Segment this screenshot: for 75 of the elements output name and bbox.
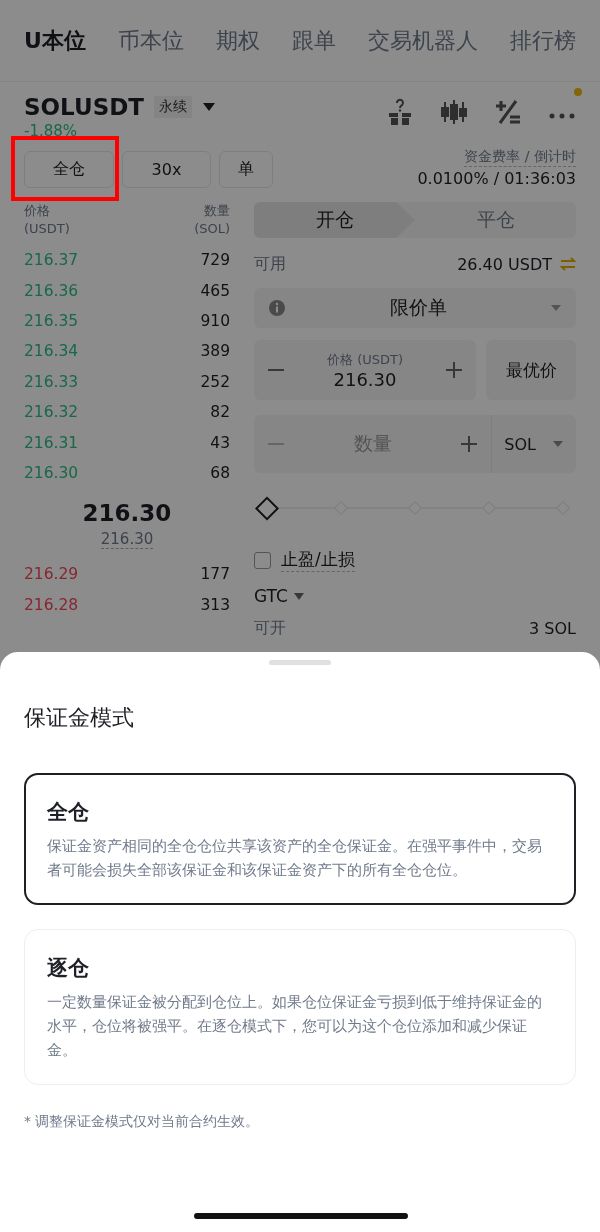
option-description: 保证金资产相同的全仓仓位共享该资产的全仓保证金。在强平事件中，交易者可能会损失全部该保证金和该保证金资产下的所有全仓仓位。 — [47, 836, 543, 881]
margin-button[interactable]: 单 — [219, 151, 273, 188]
best-price-button[interactable]: 最优价 — [486, 340, 576, 400]
ask-price: 216.32 — [24, 403, 79, 422]
order-side-tab[interactable]: 开仓 — [254, 202, 415, 238]
funding-value: 0.0100% / 01:36:03 — [417, 169, 576, 188]
option-title: 逐仓 — [47, 955, 90, 982]
column-unit: (SOL) — [194, 220, 230, 238]
market-tab[interactable]: 币本位 — [117, 24, 184, 58]
market-tab[interactable]: U本位 — [24, 24, 86, 58]
column-unit: (USDT) — [24, 220, 70, 238]
ask-price: 216.31 — [24, 433, 79, 452]
bid-price: 216.28 — [24, 595, 79, 614]
option-description: 一定数量保证金被分配到仓位上。如果仓位保证金亏损到低于维持保证金的水平，仓位将被强平。在逐仓模式下，您可以为这个仓位添加和减少保证金。 — [47, 992, 543, 1061]
market-tab[interactable]: 期权 — [215, 24, 260, 58]
sheet-title: 保证金模式 — [24, 704, 135, 732]
order-quantity: 313 — [200, 595, 230, 614]
checkbox[interactable] — [254, 551, 271, 569]
gift-icon[interactable] — [386, 98, 414, 126]
margin-mode-option[interactable]: 全仓 保证金资产相同的全仓仓位共享该资产的全仓保证金。在强平事件中，交易者可能会损失全部该保证金和该保证金资产下的所有全仓仓位。 — [24, 773, 576, 905]
ask-price: 216.33 — [24, 372, 79, 391]
field-label: 价格 (USDT) — [326, 350, 404, 369]
margin-button[interactable]: 30x — [122, 151, 211, 188]
order-quantity: 910 — [200, 311, 230, 330]
tpsl-label[interactable]: 止盈/止损 — [281, 548, 355, 572]
price-field[interactable]: 价格 (USDT) 216.30 — [254, 340, 476, 400]
ask-price: 216.35 — [24, 311, 79, 330]
mark-price[interactable]: 216.30 — [100, 530, 154, 550]
last-price: 216.30 — [82, 500, 172, 527]
order-type-select[interactable]: 限价单 — [254, 288, 576, 328]
order-quantity: 177 — [200, 565, 230, 584]
bid-price: 216.29 — [24, 565, 79, 584]
order-quantity: 389 — [200, 342, 230, 361]
footnote: * 调整保证金模式仅对当前合约生效。 — [24, 1113, 261, 1131]
time-in-force-select[interactable]: GTC — [254, 586, 576, 606]
order-quantity: 43 — [210, 433, 230, 452]
caret-icon[interactable] — [552, 440, 564, 448]
price-change: -1.88% — [24, 122, 79, 140]
ask-price: 216.37 — [24, 251, 79, 270]
ask-price: 216.36 — [24, 281, 79, 300]
market-tab[interactable]: 交易机器人 — [367, 24, 478, 58]
caret-icon[interactable] — [293, 592, 304, 600]
order-side-tab[interactable]: 平仓 — [415, 202, 576, 238]
max-open-label: 可开 — [254, 617, 286, 639]
available-balance: 26.40 USDT — [457, 254, 552, 274]
order-quantity: 252 — [200, 372, 230, 391]
column-header: 价格 — [24, 202, 51, 220]
option-title: 全仓 — [47, 799, 90, 826]
drag-handle[interactable] — [269, 660, 331, 665]
max-open-value: 3 SOL — [529, 618, 576, 638]
info-icon[interactable] — [268, 299, 286, 317]
market-tab[interactable]: 排行榜 — [509, 24, 576, 58]
margin-button[interactable]: 全仓 — [24, 151, 114, 188]
plus-icon[interactable] — [444, 360, 464, 380]
order-quantity: 82 — [210, 403, 230, 422]
calculator-icon[interactable] — [494, 98, 522, 126]
funding-label: 资金费率 / 倒计时 — [464, 148, 576, 167]
margin-mode-option[interactable]: 逐仓 一定数量保证金被分配到仓位上。如果仓位保证金亏损到低于维持保证金的水平，仓位将被强平。在逐仓模式下，您可以为这个仓位添加和减少保证金。 — [24, 929, 576, 1085]
available-label: 可用 — [254, 253, 286, 275]
plus-icon[interactable] — [459, 434, 480, 454]
notification-dot — [574, 88, 582, 96]
price-value: 216.30 — [332, 368, 398, 390]
order-quantity: 465 — [200, 281, 230, 300]
contract-tag: 永续 — [154, 96, 192, 118]
transfer-icon[interactable] — [560, 257, 576, 271]
order-quantity: 729 — [200, 251, 230, 270]
candlestick-icon[interactable] — [440, 98, 468, 126]
column-header: 数量 — [203, 202, 230, 220]
ask-price: 216.34 — [24, 342, 79, 361]
symbol-name[interactable]: SOLUSDT — [24, 94, 144, 120]
ask-price: 216.30 — [24, 463, 79, 482]
unit-select[interactable]: SOL — [492, 415, 576, 473]
market-tab[interactable]: 跟单 — [291, 24, 336, 58]
caret-icon[interactable] — [202, 102, 216, 112]
order-quantity: 68 — [210, 463, 230, 482]
